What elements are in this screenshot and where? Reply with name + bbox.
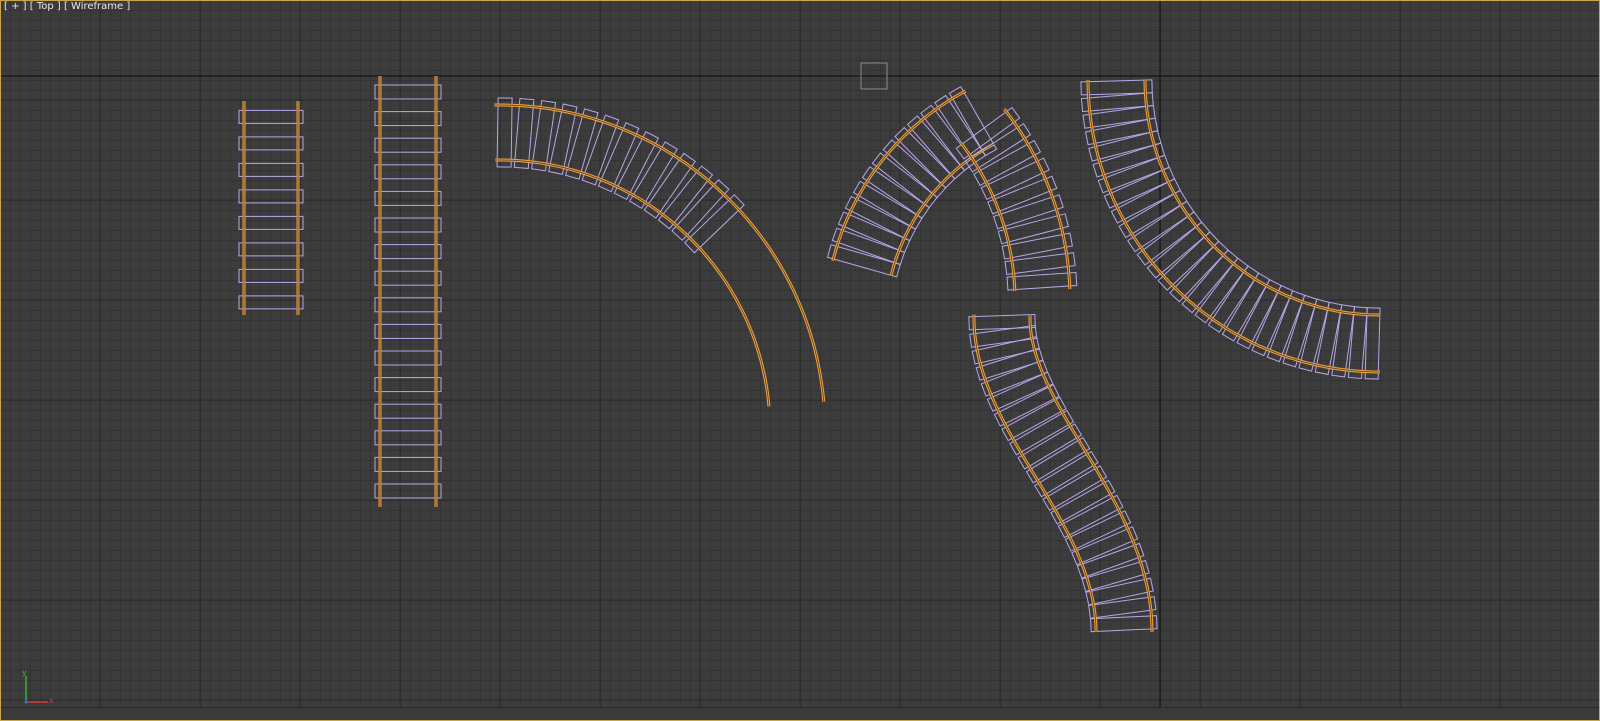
sleeper [374, 164, 442, 180]
track-straight-long[interactable] [374, 76, 442, 507]
sleeper [1090, 615, 1158, 633]
sleeper [238, 268, 304, 283]
sleeper [374, 350, 442, 366]
viewport-shading-menu[interactable]: [ Wireframe ] [64, 1, 130, 12]
sleeper [374, 430, 442, 446]
sleeper [1080, 79, 1153, 96]
sleeper [971, 335, 1041, 365]
sleeper [513, 98, 535, 169]
sleeper [968, 313, 1036, 331]
sleeper [1314, 301, 1343, 376]
sleeper [238, 109, 304, 124]
sleeper [1084, 117, 1159, 146]
sleeper [496, 97, 513, 168]
sleeper [238, 242, 304, 257]
sleeper [1347, 306, 1368, 380]
sleeper [374, 190, 442, 206]
sleeper [374, 84, 442, 100]
sleeper [531, 99, 557, 172]
sleeper [238, 136, 304, 151]
track-straight-short[interactable] [238, 101, 304, 315]
sleeper [238, 162, 304, 177]
sleeper [374, 377, 442, 393]
axis-y-label: y [22, 668, 27, 677]
major-grid-lines [0, 0, 1600, 707]
axis-z-dot [24, 700, 28, 704]
top-viewport[interactable]: y x [ + ] [ Top ] [ Wireframe ] [0, 0, 1600, 721]
viewport-plus-menu[interactable]: [ + ] [4, 1, 27, 12]
sleeper [238, 215, 304, 230]
sleeper [374, 111, 442, 127]
sleeper [374, 244, 442, 260]
sleeper [374, 403, 442, 419]
sleeper [374, 217, 442, 233]
sleeper [374, 456, 442, 472]
track-s-curve[interactable] [968, 313, 1158, 633]
sleeper [1080, 92, 1154, 113]
sleeper [374, 323, 442, 339]
track-curve-small-left[interactable] [826, 86, 998, 278]
track-pieces[interactable] [238, 76, 1381, 633]
axis-x-label: x [49, 696, 54, 705]
viewport-label-menu[interactable]: [ + ] [ Top ] [ Wireframe ] [4, 1, 130, 12]
sleeper [374, 270, 442, 286]
sleeper [374, 137, 442, 153]
sleeper [238, 295, 304, 310]
viewport-bottom-strip [0, 707, 1600, 721]
viewport-scene[interactable]: y x [0, 0, 1600, 721]
sleeper [683, 194, 745, 254]
track-curve-quarter[interactable] [1080, 79, 1381, 380]
track-curve-large[interactable] [494, 97, 826, 407]
sleeper [238, 189, 304, 204]
viewport-point-of-view-menu[interactable]: [ Top ] [30, 1, 61, 12]
sleeper [1006, 271, 1078, 291]
sleeper [374, 483, 442, 499]
sleeper [1004, 252, 1076, 276]
track-curve-small-right[interactable] [955, 106, 1078, 292]
sleeper [1364, 307, 1381, 380]
axis-tripod: y x [22, 668, 54, 705]
sleeper [1081, 559, 1150, 593]
sleeper [1001, 232, 1073, 260]
